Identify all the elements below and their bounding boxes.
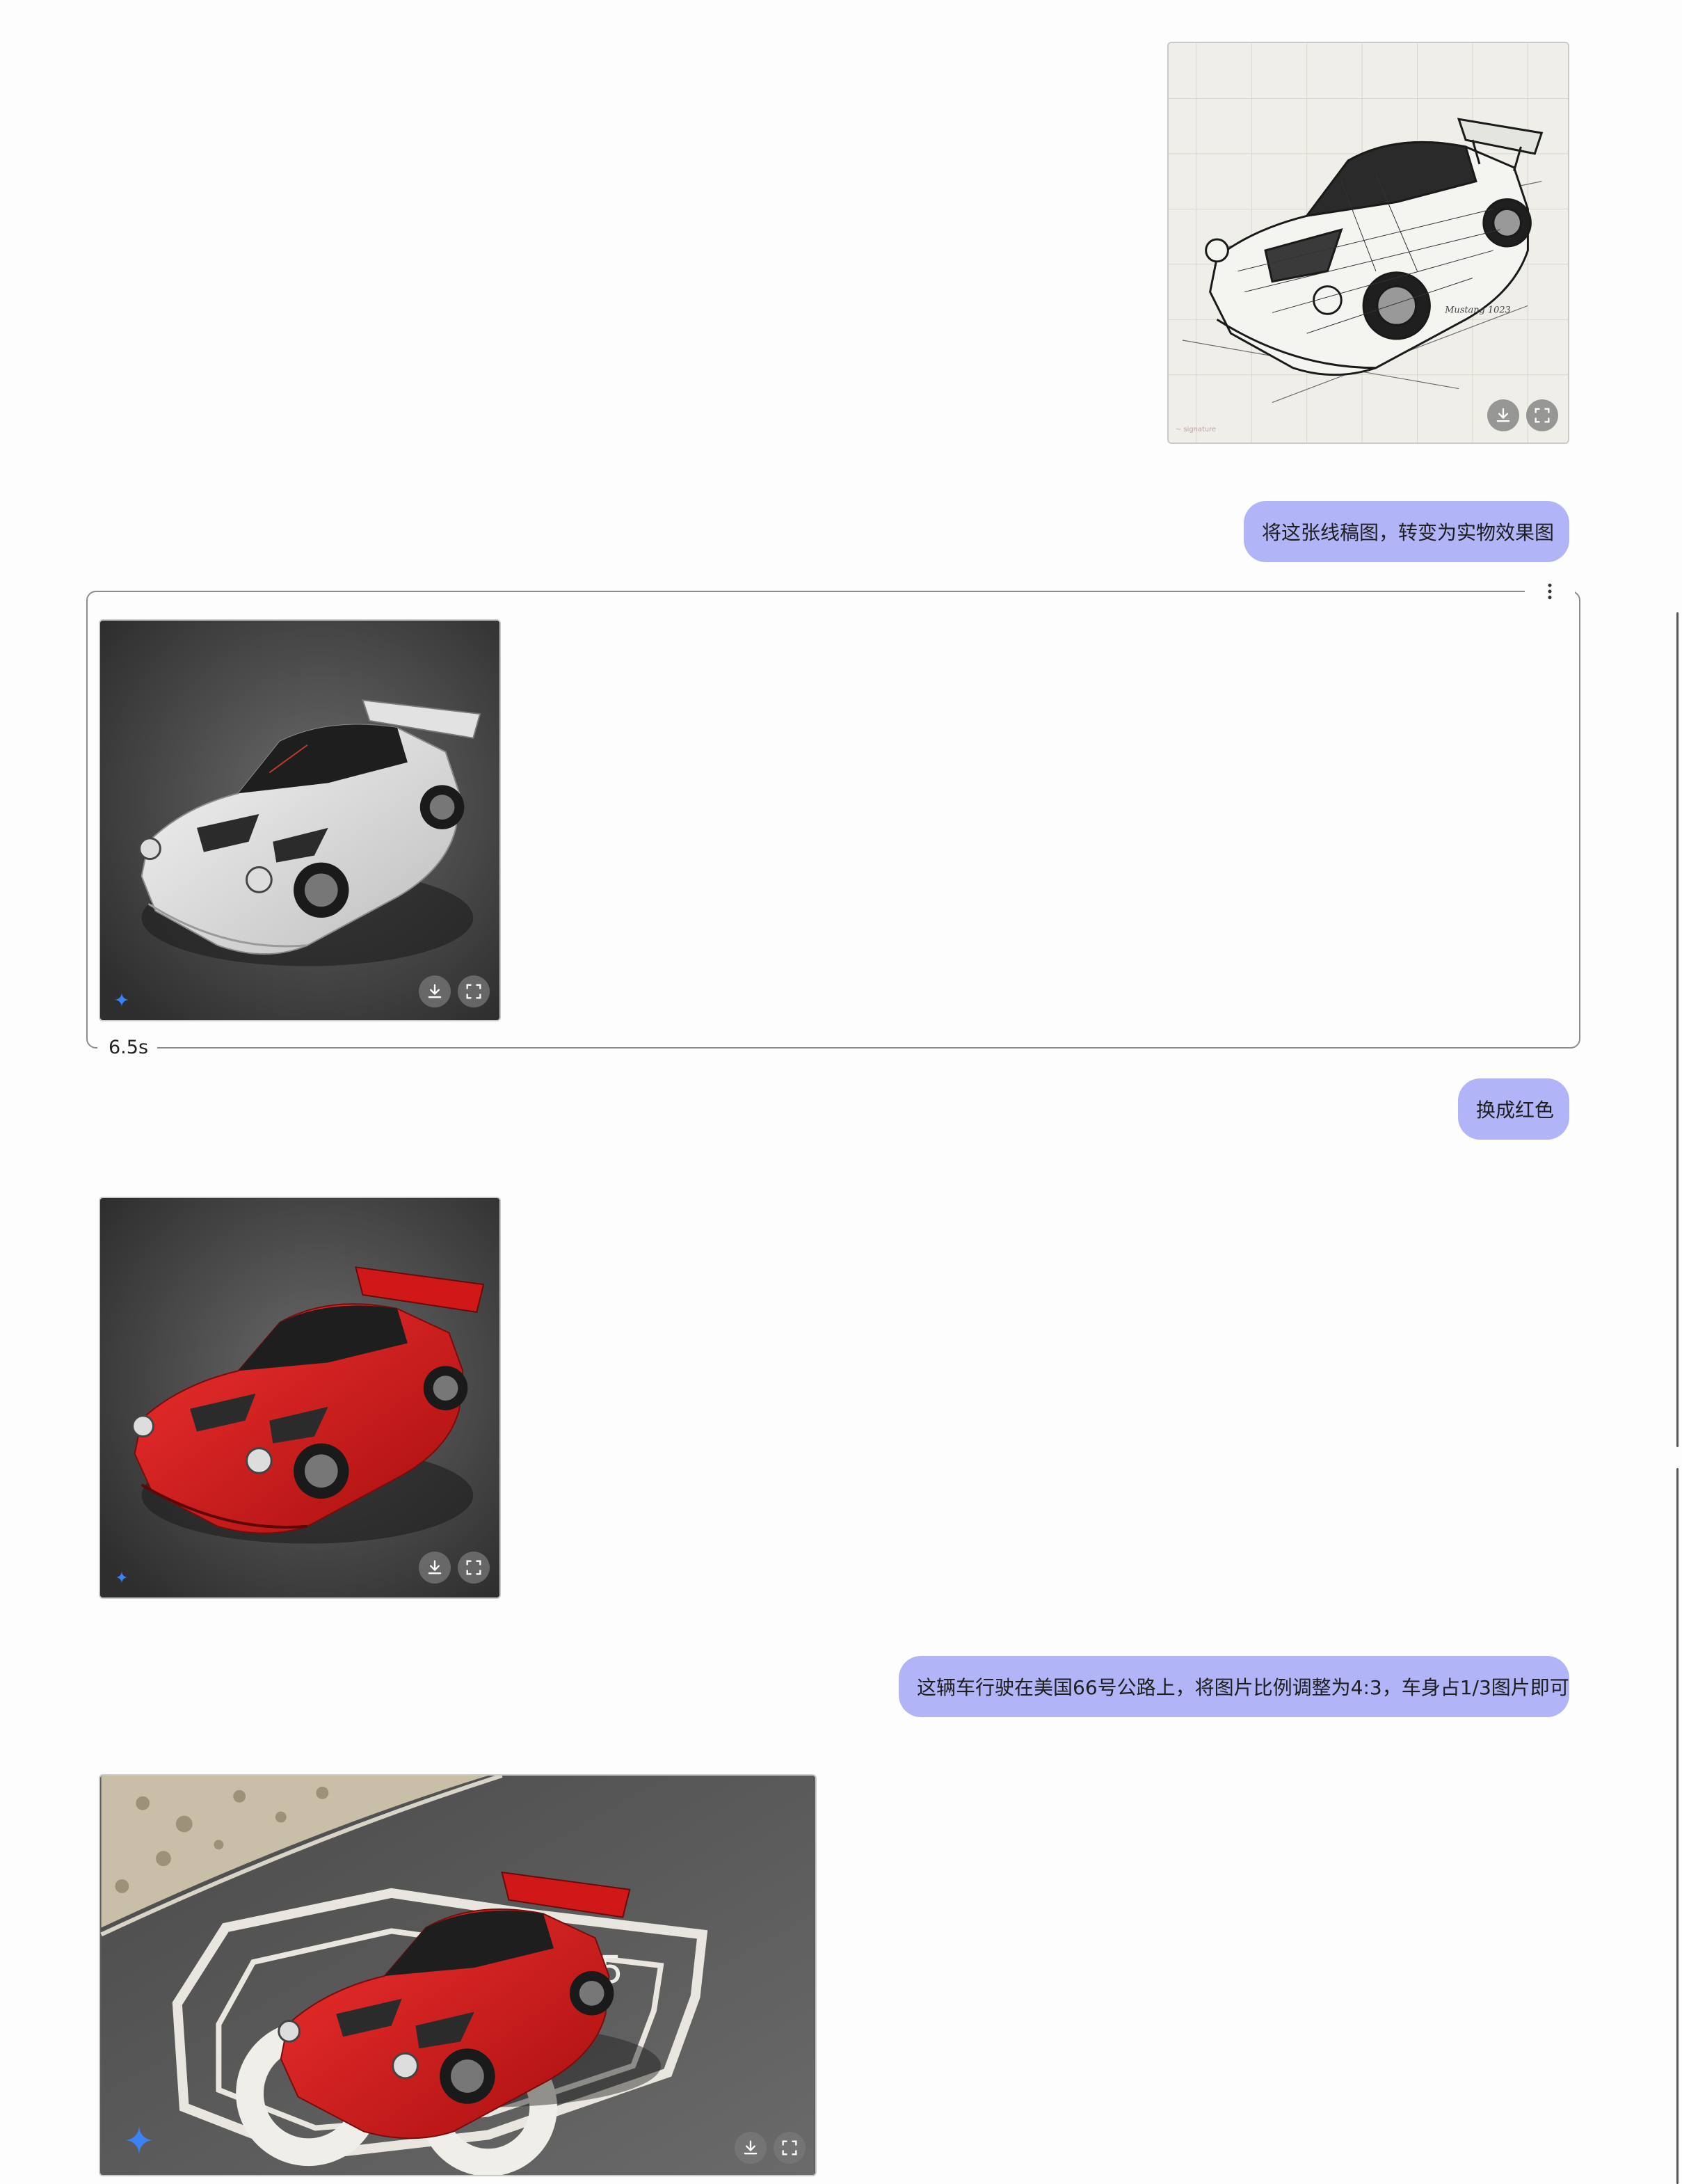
response-time: 6.5s [109, 1037, 149, 1058]
user-message-text: 换成红色 [1476, 1099, 1555, 1122]
fullscreen-icon [466, 984, 481, 999]
fullscreen-button[interactable] [458, 1552, 490, 1584]
red-car-art [100, 1198, 499, 1597]
gemini-sparkle-icon [124, 2125, 154, 2155]
more-options-button[interactable] [1535, 576, 1565, 607]
fullscreen-button[interactable] [1526, 399, 1558, 431]
sketch-image[interactable]: Mustang 1023 ~ signature [1167, 42, 1569, 444]
route66-red-car[interactable]: 5 [99, 1774, 817, 2176]
more-vertical-icon [1548, 583, 1552, 600]
download-button[interactable] [1487, 399, 1519, 431]
white-car-render[interactable] [99, 619, 501, 1021]
user-message-text: 将这张线稿图，转变为实物效果图 [1262, 521, 1555, 544]
gemini-sparkle-icon [114, 992, 129, 1007]
red-car-render[interactable] [99, 1197, 501, 1599]
fullscreen-icon [782, 2140, 797, 2155]
svg-text:~ signature: ~ signature [1176, 426, 1216, 433]
route66-art: 5 [100, 1776, 815, 2175]
download-icon [1496, 408, 1510, 422]
user-message-bubble: 将这张线稿图，转变为实物效果图 [1244, 501, 1569, 562]
download-button[interactable] [735, 2132, 767, 2164]
download-button[interactable] [419, 1552, 451, 1584]
white-car-art [100, 621, 499, 1020]
scrollbar-track[interactable] [1676, 612, 1679, 1447]
scrollbar-track[interactable] [1676, 1468, 1679, 2184]
download-icon [744, 2140, 758, 2155]
fullscreen-button[interactable] [774, 2132, 806, 2164]
download-icon [428, 984, 442, 998]
fullscreen-button[interactable] [458, 975, 490, 1007]
gemini-sparkle-icon [115, 1570, 129, 1584]
fullscreen-icon [1535, 408, 1550, 423]
download-icon [428, 1560, 442, 1575]
fullscreen-icon [466, 1560, 481, 1575]
user-message-bubble: 换成红色 [1458, 1078, 1569, 1140]
user-message-text: 这辆车行驶在美国66号公路上，将图片比例调整为4:3，车身占1/3图片即可 [917, 1676, 1569, 1699]
sketch-car-drawing: Mustang 1023 ~ signature [1169, 43, 1568, 443]
svg-text:Mustang 1023: Mustang 1023 [1444, 305, 1511, 315]
download-button[interactable] [419, 975, 451, 1007]
user-message-bubble: 这辆车行驶在美国66号公路上，将图片比例调整为4:3，车身占1/3图片即可 [899, 1656, 1569, 1717]
